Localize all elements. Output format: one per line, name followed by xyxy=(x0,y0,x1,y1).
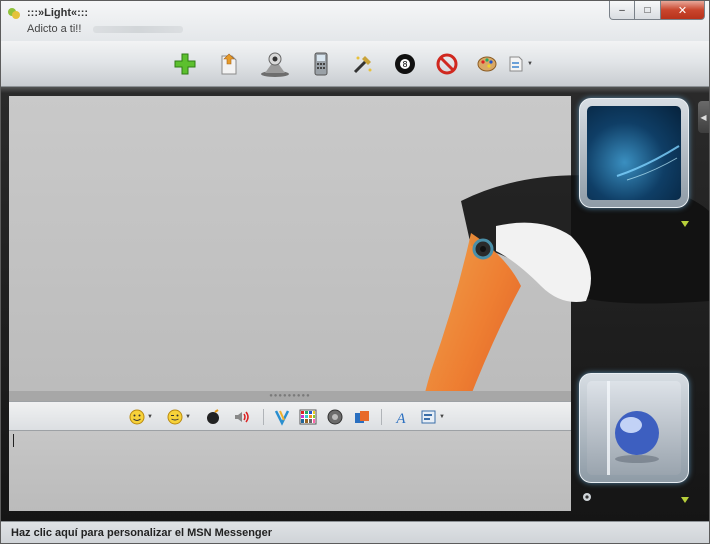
add-contact-button[interactable] xyxy=(171,51,199,77)
contact-status: Adicto a ti!! xyxy=(27,23,82,35)
background-button[interactable] xyxy=(299,408,317,426)
collapse-panel-button[interactable]: ◀ xyxy=(698,101,709,133)
minimize-button[interactable]: – xyxy=(609,1,635,20)
wink-icon xyxy=(167,409,183,425)
webcam-button[interactable] xyxy=(259,51,291,77)
splitter-grip-icon: ●●●●●●●●● xyxy=(269,393,311,399)
toolbar-separator xyxy=(263,409,264,425)
add-contact-icon xyxy=(174,53,196,75)
contact-name: :::»Light«::: xyxy=(27,7,89,19)
contact-picture-menu-arrow[interactable] xyxy=(681,221,689,227)
share-icon xyxy=(355,411,369,423)
more-menu-button[interactable]: ▼ xyxy=(505,51,535,77)
block-icon xyxy=(436,53,458,75)
window-controls: – □ ✕ xyxy=(609,1,705,20)
font-icon: A xyxy=(395,411,406,425)
status-bar-link[interactable]: Haz clic aquí para personalizar el MSN M… xyxy=(1,521,709,543)
toolbar-separator xyxy=(381,409,382,425)
activities-button[interactable] xyxy=(349,51,377,77)
palette-button[interactable] xyxy=(473,51,501,77)
ink-icon xyxy=(274,410,290,426)
main-toolbar: 8 ▼ xyxy=(1,41,709,87)
send-file-icon xyxy=(221,53,237,75)
background-icon xyxy=(299,409,317,425)
chevron-down-icon: ▼ xyxy=(185,414,191,420)
emoticon-icon xyxy=(129,409,145,425)
nudge-icon xyxy=(207,409,219,424)
contact-message-blur xyxy=(93,26,183,33)
user-avatar-image xyxy=(607,381,659,475)
chevron-down-icon: ▼ xyxy=(439,414,445,420)
phone-icon xyxy=(314,52,328,76)
sound-button[interactable] xyxy=(327,408,343,426)
format-button[interactable]: ▼ xyxy=(421,408,445,426)
activities-icon xyxy=(353,56,372,74)
display-picture-panel xyxy=(576,96,709,516)
ink-button[interactable] xyxy=(273,408,291,426)
contact-display-picture[interactable] xyxy=(579,98,689,208)
chevron-down-icon: ▼ xyxy=(527,61,533,67)
voice-clip-icon xyxy=(235,411,249,423)
svg-text:8: 8 xyxy=(402,60,407,69)
webcam-icon xyxy=(261,52,289,77)
send-file-button[interactable] xyxy=(215,51,243,77)
voice-clip-button[interactable] xyxy=(233,408,251,426)
title-bar: :::»Light«::: Adicto a ti!! – □ ✕ xyxy=(1,1,709,41)
nudge-button[interactable] xyxy=(205,408,221,426)
chevron-down-icon: ▼ xyxy=(147,414,153,420)
webcam-small-icon[interactable] xyxy=(582,492,592,502)
user-display-picture[interactable] xyxy=(579,373,689,483)
phone-button[interactable] xyxy=(307,51,335,77)
svg-text:A: A xyxy=(395,411,406,425)
input-toolbar: ▼ ▼ A ▼ xyxy=(9,401,571,431)
user-picture-menu-arrow[interactable] xyxy=(681,497,689,503)
share-button[interactable] xyxy=(353,408,371,426)
block-button[interactable] xyxy=(433,51,461,77)
wink-button[interactable]: ▼ xyxy=(167,408,191,426)
games-icon: 8 xyxy=(395,54,415,74)
sound-icon xyxy=(327,409,343,425)
games-button[interactable]: 8 xyxy=(391,51,419,77)
message-input[interactable] xyxy=(9,431,571,511)
pane-splitter[interactable]: ●●●●●●●●● xyxy=(9,391,571,401)
emoticon-button[interactable]: ▼ xyxy=(129,408,153,426)
conversation-history[interactable] xyxy=(9,96,571,391)
close-button[interactable]: ✕ xyxy=(661,1,705,20)
palette-icon xyxy=(477,56,497,72)
maximize-button[interactable]: □ xyxy=(635,1,661,20)
messenger-icon xyxy=(8,8,20,19)
more-icon xyxy=(509,56,523,72)
format-icon xyxy=(421,410,436,424)
contact-avatar-image xyxy=(616,145,680,181)
text-caret xyxy=(13,434,14,447)
messenger-window: :::»Light«::: Adicto a ti!! – □ ✕ 8 ▼ ●●… xyxy=(0,0,710,544)
font-button[interactable]: A xyxy=(393,408,409,426)
